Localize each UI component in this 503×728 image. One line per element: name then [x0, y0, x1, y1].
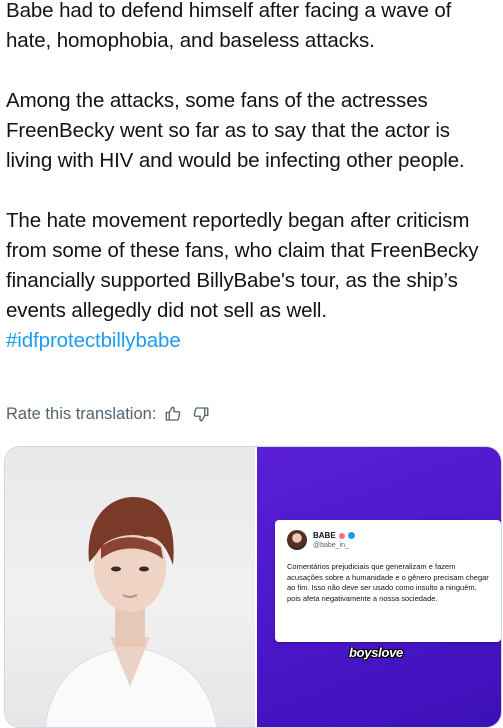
tweet-paragraph-3-text: The hate movement reportedly began after… — [6, 209, 479, 322]
card-text: Comentários prejudiciais que generalizam… — [287, 562, 489, 603]
card-header: BABE @babe_in_ — [287, 530, 491, 550]
tweet-text: Babe had to defend himself after facing … — [6, 0, 501, 356]
card-author-name: BABE — [313, 530, 336, 540]
actor-photo-illustration — [44, 497, 218, 727]
thumbs-up-icon[interactable] — [162, 403, 184, 425]
quoted-post-card: BABE @babe_in_ Comentários prejudiciais … — [275, 520, 501, 642]
watermark-logo: boyslove — [349, 645, 403, 660]
avatar — [287, 530, 307, 550]
rate-translation-row: Rate this translation: — [6, 402, 212, 426]
tweet-paragraph-2: Among the attacks, some fans of the actr… — [6, 89, 465, 172]
verified-badge-icon — [347, 532, 355, 539]
hashtag-link[interactable]: #idfprotectbillybabe — [6, 329, 181, 352]
tweet-paragraph-3: The hate movement reportedly began after… — [6, 206, 501, 356]
statement-image[interactable]: BABE @babe_in_ Comentários prejudiciais … — [255, 447, 501, 727]
actor-photo[interactable] — [5, 447, 255, 727]
rate-translation-label: Rate this translation: — [6, 404, 157, 423]
tweet-paragraph-1: Babe had to defend himself after facing … — [6, 0, 452, 52]
card-author: BABE — [313, 531, 355, 541]
emoji-icon — [338, 532, 345, 539]
thumbs-down-icon[interactable] — [190, 403, 212, 425]
card-handle: @babe_in_ — [313, 541, 349, 549]
tweet-media[interactable]: BABE @babe_in_ Comentários prejudiciais … — [4, 446, 502, 728]
